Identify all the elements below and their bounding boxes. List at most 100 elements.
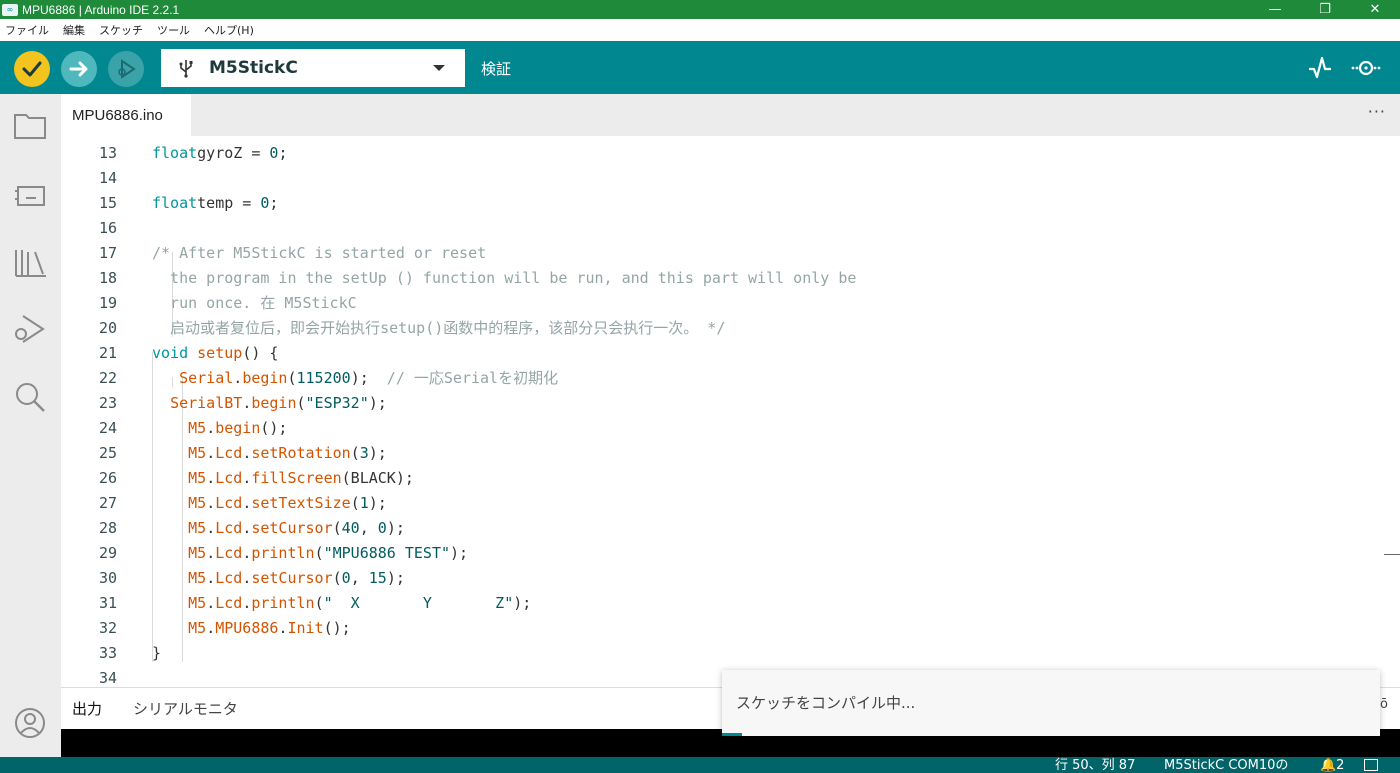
board-port-status[interactable]: M5StickC COM10の	[1164, 758, 1288, 773]
code-line[interactable]: 26 M5.Lcd.fillScreen(BLACK);	[61, 466, 1400, 491]
line-number: 26	[98, 469, 117, 487]
code-token: // 一応Serialを初期化	[377, 369, 559, 387]
cursor-position[interactable]: 行 50、列 87	[1055, 758, 1135, 773]
panel-edge-glyph: ō	[1380, 697, 1388, 712]
code-line[interactable]: 23 SerialBT.begin("ESP32");	[61, 391, 1400, 416]
board-selector[interactable]: M5StickC	[161, 49, 465, 87]
line-number: 14	[98, 169, 117, 187]
code-line[interactable]: 28 M5.Lcd.setCursor(40, 0);	[61, 516, 1400, 541]
line-number: 34	[98, 669, 117, 687]
code-text: 启动或者复位后，即会开始执行setup()函数中的程序，该部分只会执行一次。 *…	[152, 316, 725, 341]
line-number: 30	[98, 569, 117, 587]
code-token: );	[368, 444, 387, 462]
code-token: .	[206, 619, 216, 637]
code-line[interactable]: 22 Serial.begin(115200); // 一応Serialを初期化	[61, 366, 1400, 391]
code-token: .	[242, 494, 252, 512]
code-token: (	[287, 369, 297, 387]
code-line[interactable]: 29 M5.Lcd.println("MPU6886 TEST");	[61, 541, 1400, 566]
code-token: .	[206, 444, 216, 462]
code-token: .	[233, 369, 243, 387]
code-line[interactable]: 15 floattemp = 0;	[61, 191, 1400, 216]
folder-icon[interactable]	[13, 108, 47, 142]
account-icon[interactable]	[13, 706, 47, 740]
terminal-toggle-icon[interactable]	[1364, 759, 1378, 771]
line-number: 25	[98, 444, 117, 462]
minimize-button[interactable]: —	[1250, 0, 1300, 19]
code-token: Lcd	[215, 544, 243, 562]
code-line[interactable]: 31 M5.Lcd.println(" X Y Z");	[61, 591, 1400, 616]
code-token: .	[206, 569, 216, 587]
search-icon[interactable]	[13, 380, 47, 414]
code-line[interactable]: 20 启动或者复位后，即会开始执行setup()函数中的程序，该部分只会执行一次…	[61, 316, 1400, 341]
code-token: .	[242, 544, 252, 562]
code-token: gyroZ =	[197, 144, 270, 162]
code-line[interactable]: 27 M5.Lcd.setTextSize(1);	[61, 491, 1400, 516]
upload-button[interactable]	[61, 51, 97, 87]
debug-button[interactable]	[108, 51, 144, 87]
tab-serial-monitor[interactable]: シリアルモニタ	[133, 698, 238, 719]
line-number: 20	[98, 319, 117, 337]
code-line[interactable]: 25 M5.Lcd.setRotation(3);	[61, 441, 1400, 466]
code-token: begin	[242, 369, 288, 387]
code-editor[interactable]: 13 floatgyroZ = 0; 14 15 floattemp = 0; 16 17/…	[61, 136, 1400, 687]
code-token: () {	[242, 344, 279, 362]
verify-button[interactable]	[14, 51, 50, 87]
serial-monitor-icon[interactable]	[1350, 55, 1382, 81]
serial-plotter-icon[interactable]	[1307, 55, 1333, 81]
code-line[interactable]: 16	[61, 216, 1400, 241]
code-token: );	[368, 494, 387, 512]
code-text: M5.Lcd.fillScreen(BLACK);	[152, 466, 414, 491]
code-text: the program in the setUp () function wil…	[152, 266, 856, 291]
line-number: 17	[98, 244, 117, 262]
code-token: setTextSize	[251, 494, 351, 512]
code-line[interactable]: 24 M5.begin();	[61, 416, 1400, 441]
code-token: .	[206, 494, 216, 512]
code-token: );	[368, 394, 387, 412]
code-token: .	[206, 519, 216, 537]
code-token: float	[152, 144, 198, 162]
tab-mpu6886-ino[interactable]: MPU6886.ino	[61, 94, 191, 136]
window-controls: — ❐ ✕	[1250, 0, 1400, 19]
menu-help[interactable]: ヘルプ(H)	[204, 22, 254, 38]
code-token: Serial	[179, 369, 234, 387]
menu-sketch[interactable]: スケッチ	[99, 22, 143, 38]
code-line[interactable]: 33}	[61, 641, 1400, 666]
code-line[interactable]: 19 run once. 在 M5StickC	[61, 291, 1400, 316]
code-token: MPU6886	[215, 619, 279, 637]
code-token: M5	[188, 619, 207, 637]
board-manager-icon[interactable]	[13, 178, 47, 212]
code-token: .	[206, 544, 216, 562]
code-token: (	[332, 569, 342, 587]
code-line[interactable]: 14	[61, 166, 1400, 191]
code-line[interactable]: 30 M5.Lcd.setCursor(0, 15);	[61, 566, 1400, 591]
code-token: 40	[341, 519, 360, 537]
code-token: temp =	[197, 194, 261, 212]
library-icon[interactable]	[13, 246, 47, 280]
code-line[interactable]: 18 the program in the setUp () function …	[61, 266, 1400, 291]
restore-button[interactable]: ❐	[1300, 0, 1350, 19]
code-token: (	[314, 544, 324, 562]
more-actions-icon[interactable]: ···	[1368, 102, 1386, 121]
code-text: M5.MPU6886.Init();	[152, 616, 351, 641]
menu-tools[interactable]: ツール	[157, 22, 190, 38]
code-line[interactable]: 32 M5.MPU6886.Init();	[61, 616, 1400, 641]
code-line[interactable]: 21 void setup() {	[61, 341, 1400, 366]
debug-sidebar-icon[interactable]	[13, 312, 47, 346]
close-button[interactable]: ✕	[1350, 0, 1400, 19]
tab-output[interactable]: 出力	[72, 698, 102, 719]
line-number: 19	[98, 294, 117, 312]
menu-file[interactable]: ファイル	[5, 22, 49, 38]
toast-message: スケッチをコンパイル中...	[736, 694, 916, 712]
code-text: M5.Lcd.setCursor(0, 15);	[152, 566, 405, 591]
code-token: ;	[278, 144, 288, 162]
notifications-badge[interactable]: 🔔2	[1320, 758, 1344, 773]
activity-sidebar	[0, 94, 61, 757]
toolbar: M5StickC 検証	[0, 41, 1400, 94]
menu-edit[interactable]: 編集	[63, 22, 85, 38]
code-token: ,	[359, 519, 378, 537]
code-line[interactable]: 13 floatgyroZ = 0;	[61, 141, 1400, 166]
code-line[interactable]: 17 /* After M5StickC is started or reset	[61, 241, 1400, 266]
